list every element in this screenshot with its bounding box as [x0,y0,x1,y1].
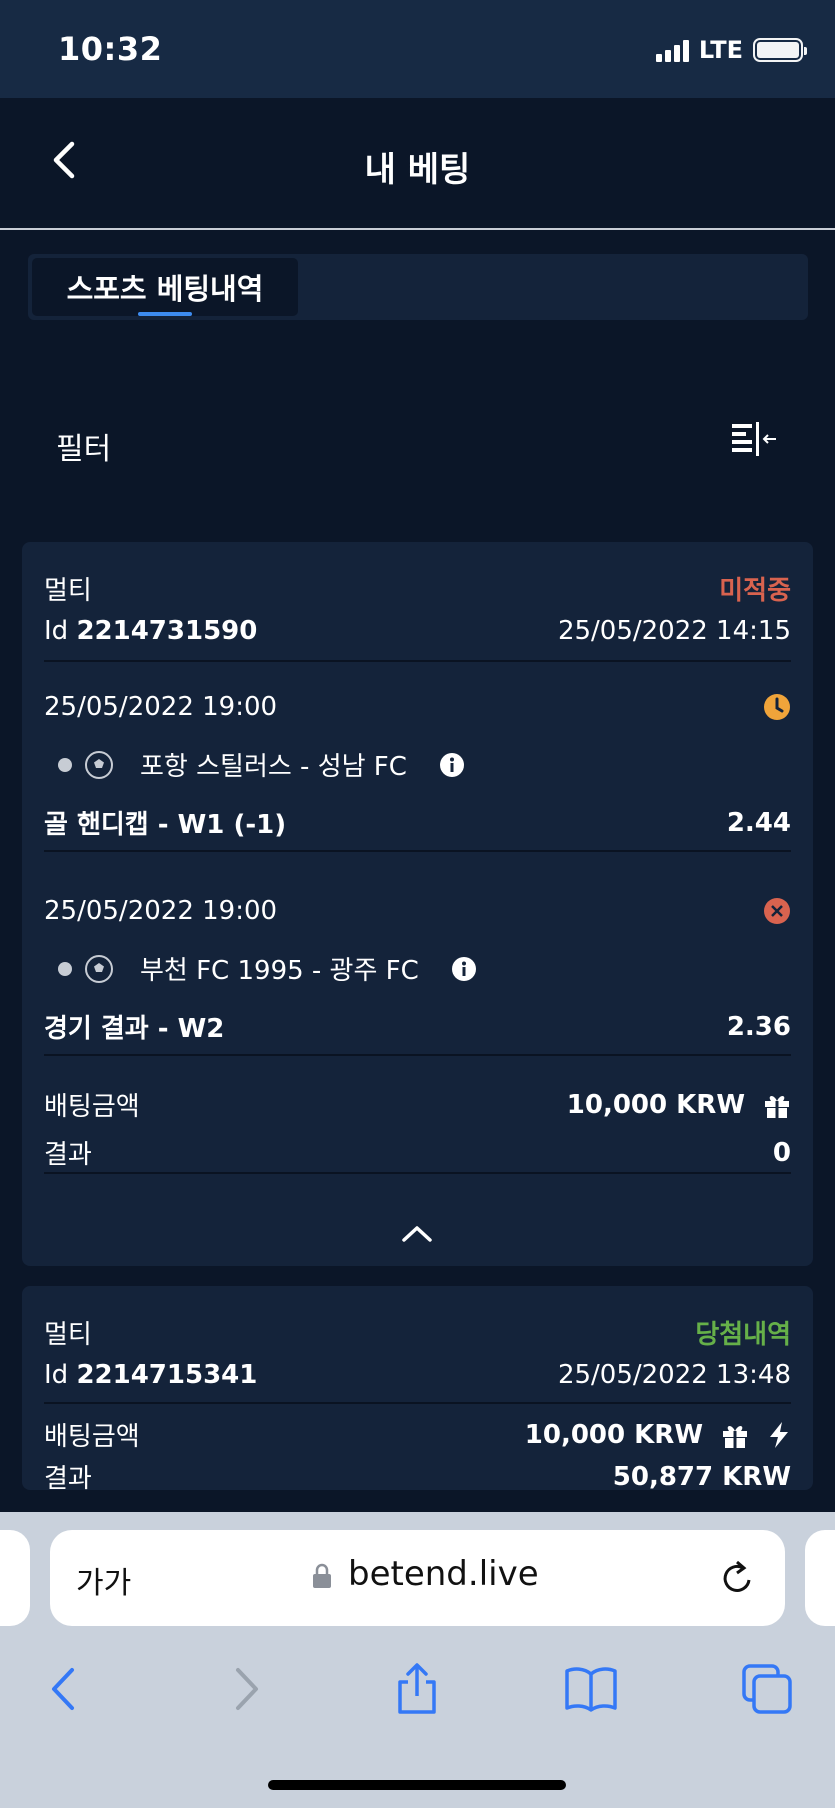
result-label: 결과 [44,1464,92,1490]
result-label: 결과 [44,1140,92,1170]
app-header: 내 베팅 [0,98,835,230]
bet-placed-at: 25/05/2022 13:48 [557,1360,791,1390]
info-icon[interactable] [451,956,477,982]
info-icon[interactable] [439,752,465,778]
gift-icon [723,1425,747,1448]
next-tab-preview[interactable] [805,1530,835,1626]
active-tab-indicator [138,312,192,316]
filter-label: 필터 [56,432,112,467]
share-icon[interactable] [390,1662,444,1716]
gift-icon [765,1095,789,1118]
signal-icon [655,38,689,62]
soccer-ball-icon [85,750,113,779]
battery-icon [753,38,807,62]
stake-value: 10,000 KRW [524,1419,703,1450]
soccer-ball-icon [85,954,113,983]
selection-market: 경기 결과 - W2 [44,1014,225,1044]
live-dot-icon [58,757,72,772]
forward-icon[interactable] [218,1662,272,1716]
filter-toggle-icon[interactable] [730,420,778,460]
bet-type: 멀티 [44,576,92,606]
browser-nav [0,1662,835,1732]
bookmarks-icon[interactable] [564,1662,618,1716]
clock-icon [764,694,790,720]
selection-market: 골 핸디캡 - W1 (-1) [44,810,287,840]
text-size-button[interactable]: 가가 [76,1558,131,1602]
match-name: 포항 스틸러스 - 성남 FC [140,752,407,782]
status-bar: 10:32 LTE [0,0,835,98]
selection-datetime: 25/05/2022 19:00 [44,896,278,926]
tabs-bar: 스포츠 베팅내역 [28,254,808,320]
live-dot-icon [58,961,72,976]
tab-sports-bet-history[interactable]: 스포츠 베팅내역 [32,258,298,316]
lock-icon [313,1563,331,1588]
bet-id-value: 2214715341 [76,1360,258,1390]
network-label: LTE [698,36,743,64]
address-bar[interactable]: 가가 betend.live [50,1530,785,1626]
selection-odds: 2.44 [726,807,791,838]
bet-id: Id 2214715341 [44,1360,257,1390]
stake-label: 배팅금액 [44,1092,140,1122]
stake-label: 배팅금액 [44,1422,140,1452]
divider [44,1172,791,1174]
bet-id: Id 2214731590 [44,616,257,646]
bet-id-label: Id [44,1360,69,1390]
bet-id-label: Id [44,616,69,646]
bet-status: 당첨내역 [695,1320,791,1350]
bet-card[interactable]: 멀티 미적중 Id 2214731590 25/05/2022 14:15 25… [22,542,813,1266]
back-icon[interactable] [38,1662,92,1716]
divider [44,1054,791,1056]
reload-icon[interactable] [717,1558,757,1598]
divider [44,1402,791,1404]
result-value: 50,877 KRW [612,1461,791,1491]
page-title: 내 베팅 [364,150,471,190]
result-value: 0 [772,1137,791,1168]
previous-tab-preview[interactable] [0,1530,30,1626]
bet-card[interactable]: 멀티 당첨내역 Id 2214715341 25/05/2022 13:48 배… [22,1286,813,1490]
cross-circle-icon [764,898,790,924]
tabs-icon[interactable] [740,1662,794,1716]
url-text: betend.live [348,1554,539,1594]
selection-odds: 2.36 [726,1011,791,1042]
divider [44,850,791,852]
bet-id-value: 2214731590 [76,616,258,646]
lightning-icon [770,1421,788,1448]
divider [44,660,791,662]
bet-status: 미적중 [719,576,791,606]
bet-type: 멀티 [44,1320,92,1350]
bet-placed-at: 25/05/2022 14:15 [557,616,791,646]
stake-value: 10,000 KRW [566,1089,745,1120]
selection-datetime: 25/05/2022 19:00 [44,692,278,722]
status-indicators: LTE [655,36,807,64]
tab-label: 스포츠 베팅내역 [66,272,264,306]
browser-toolbar: 가가 betend.live [0,1512,835,1808]
collapse-chevron-icon[interactable] [400,1222,434,1246]
home-indicator [268,1780,566,1790]
match-name: 부천 FC 1995 - 광주 FC [140,956,419,986]
status-time: 10:32 [58,30,163,68]
